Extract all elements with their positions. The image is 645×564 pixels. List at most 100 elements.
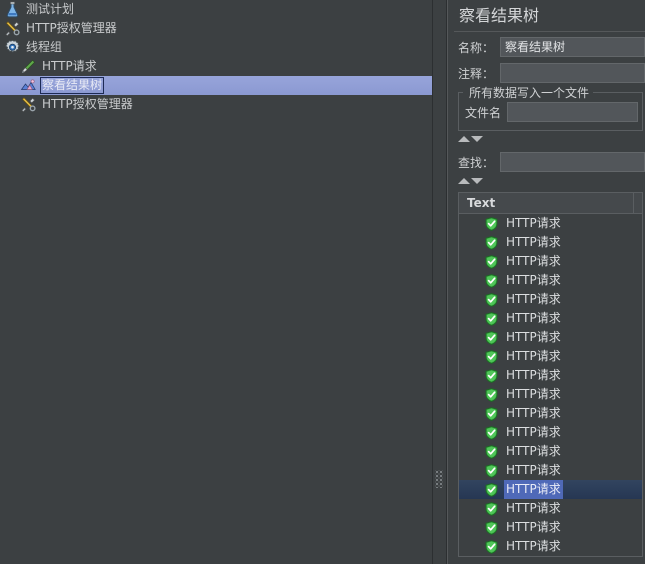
green-shield-check-icon bbox=[485, 349, 498, 364]
table-row[interactable]: HTTP请求 bbox=[459, 461, 642, 480]
green-shield-check-icon bbox=[485, 273, 498, 288]
tree-item-1[interactable]: HTTP授权管理器 bbox=[0, 19, 432, 38]
search-field-row: 查找： bbox=[454, 151, 645, 173]
name-label: 名称： bbox=[458, 40, 495, 55]
result-row-label: HTTP请求 bbox=[506, 235, 561, 249]
green-shield-check-icon bbox=[485, 501, 498, 516]
name-input[interactable]: 察看结果树 bbox=[500, 37, 645, 57]
triangle-down-icon[interactable] bbox=[471, 178, 483, 184]
result-row-label: HTTP请求 bbox=[506, 349, 561, 363]
table-row[interactable]: HTTP请求 bbox=[459, 480, 642, 499]
table-row[interactable]: HTTP请求 bbox=[459, 442, 642, 461]
page-title: 察看结果树 bbox=[459, 6, 540, 25]
tree-item-label: HTTP授权管理器 bbox=[42, 97, 133, 111]
table-row[interactable]: HTTP请求 bbox=[459, 404, 642, 423]
green-shield-check-icon bbox=[485, 463, 498, 478]
table-row[interactable]: HTTP请求 bbox=[459, 309, 642, 328]
tree-icon bbox=[20, 77, 37, 94]
green-shield-check-icon bbox=[485, 254, 498, 269]
name-field-row: 名称： 察看结果树 bbox=[454, 36, 645, 58]
green-shield-check-icon bbox=[485, 539, 498, 554]
green-shield-check-icon bbox=[485, 216, 498, 231]
green-shield-check-icon bbox=[485, 292, 498, 307]
gear-icon bbox=[4, 39, 21, 56]
result-row-label: HTTP请求 bbox=[506, 292, 561, 306]
wrench-icon bbox=[20, 96, 37, 113]
table-row[interactable]: HTTP请求 bbox=[459, 328, 642, 347]
tree-item-4[interactable]: 察看结果树 bbox=[0, 76, 432, 95]
groupbox-border-left bbox=[459, 92, 463, 93]
result-row-label: HTTP请求 bbox=[506, 311, 561, 325]
table-row[interactable]: HTTP请求 bbox=[459, 290, 642, 309]
results-table: Text HTTP请求 HTTP请求 HTTP请求 HTTP请求 HTTP请求 HTTP请… bbox=[458, 192, 643, 557]
green-shield-check-icon bbox=[485, 482, 498, 497]
green-shield-check-icon bbox=[485, 444, 498, 459]
table-row[interactable]: HTTP请求 bbox=[459, 499, 642, 518]
table-row[interactable]: HTTP请求 bbox=[459, 271, 642, 290]
triangle-up-icon[interactable] bbox=[458, 136, 470, 142]
green-shield-check-icon bbox=[485, 368, 498, 383]
table-row[interactable]: HTTP请求 bbox=[459, 233, 642, 252]
triangle-down-icon[interactable] bbox=[471, 136, 483, 142]
tree-item-label: HTTP请求 bbox=[42, 59, 97, 73]
table-row[interactable]: HTTP请求 bbox=[459, 366, 642, 385]
green-shield-check-icon bbox=[485, 425, 498, 440]
tree-item-label: 线程组 bbox=[26, 40, 63, 54]
result-row-label: HTTP请求 bbox=[504, 480, 563, 499]
green-shield-check-icon bbox=[485, 520, 498, 535]
table-row[interactable]: HTTP请求 bbox=[459, 214, 642, 233]
tree-item-label: 察看结果树 bbox=[40, 77, 105, 94]
tree-item-0[interactable]: 测试计划 bbox=[0, 0, 432, 19]
collapse-toggle-top[interactable] bbox=[454, 131, 645, 147]
comment-field-row: 注释： bbox=[454, 62, 645, 84]
result-row-label: HTTP请求 bbox=[506, 463, 561, 477]
result-row-label: HTTP请求 bbox=[506, 539, 561, 553]
collapse-toggle-bottom[interactable] bbox=[454, 173, 645, 189]
table-row[interactable]: HTTP请求 bbox=[459, 347, 642, 366]
result-row-label: HTTP请求 bbox=[506, 406, 561, 420]
table-row[interactable]: HTTP请求 bbox=[459, 252, 642, 271]
comment-input[interactable] bbox=[500, 63, 645, 83]
tree-item-3[interactable]: HTTP请求 bbox=[0, 57, 432, 76]
search-label: 查找： bbox=[458, 155, 495, 170]
filename-field-row: 文件名 bbox=[463, 100, 638, 124]
title-divider bbox=[454, 31, 645, 32]
splitter-grip-icon[interactable] bbox=[435, 470, 443, 488]
green-shield-check-icon bbox=[485, 406, 498, 421]
result-row-label: HTTP请求 bbox=[506, 501, 561, 515]
column-header-text[interactable]: Text bbox=[459, 193, 634, 213]
result-row-label: HTTP请求 bbox=[506, 520, 561, 534]
result-row-label: HTTP请求 bbox=[506, 216, 561, 230]
results-table-header: Text bbox=[459, 193, 642, 214]
result-row-label: HTTP请求 bbox=[506, 444, 561, 458]
result-row-label: HTTP请求 bbox=[506, 330, 561, 344]
filename-label: 文件名 bbox=[465, 105, 502, 120]
write-all-data-groupbox: 所有数据写入一个文件 文件名 bbox=[458, 84, 643, 131]
results-table-body[interactable]: HTTP请求 HTTP请求 HTTP请求 HTTP请求 HTTP请求 HTTP请求 HTTP… bbox=[459, 214, 642, 556]
test-plan-tree[interactable]: 测试计划 HTTP授权管理器 线程组 HTTP请求 察看结果树 HTTP授权管理器 bbox=[0, 0, 432, 564]
result-row-label: HTTP请求 bbox=[506, 273, 561, 287]
filename-input[interactable] bbox=[507, 102, 638, 122]
result-row-label: HTTP请求 bbox=[506, 387, 561, 401]
tree-item-2[interactable]: 线程组 bbox=[0, 38, 432, 57]
tree-item-label: 测试计划 bbox=[26, 2, 75, 16]
tree-item-5[interactable]: HTTP授权管理器 bbox=[0, 95, 432, 114]
comment-label: 注释： bbox=[458, 66, 495, 81]
green-shield-check-icon bbox=[485, 311, 498, 326]
table-row[interactable]: HTTP请求 bbox=[459, 385, 642, 404]
search-input[interactable] bbox=[500, 152, 645, 172]
green-shield-check-icon bbox=[485, 387, 498, 402]
table-row[interactable]: HTTP请求 bbox=[459, 423, 642, 442]
flask-icon bbox=[4, 1, 21, 18]
groupbox-legend: 所有数据写入一个文件 bbox=[465, 84, 594, 101]
green-shield-check-icon bbox=[485, 235, 498, 250]
probe-icon bbox=[20, 58, 37, 75]
application-window: 测试计划 HTTP授权管理器 线程组 HTTP请求 察看结果树 HTTP授权管理器 察看结… bbox=[0, 0, 645, 564]
table-row[interactable]: HTTP请求 bbox=[459, 537, 642, 556]
result-row-label: HTTP请求 bbox=[506, 368, 561, 382]
result-row-label: HTTP请求 bbox=[506, 425, 561, 439]
panel-splitter[interactable] bbox=[432, 0, 447, 564]
green-shield-check-icon bbox=[485, 330, 498, 345]
table-row[interactable]: HTTP请求 bbox=[459, 518, 642, 537]
triangle-up-icon[interactable] bbox=[458, 178, 470, 184]
